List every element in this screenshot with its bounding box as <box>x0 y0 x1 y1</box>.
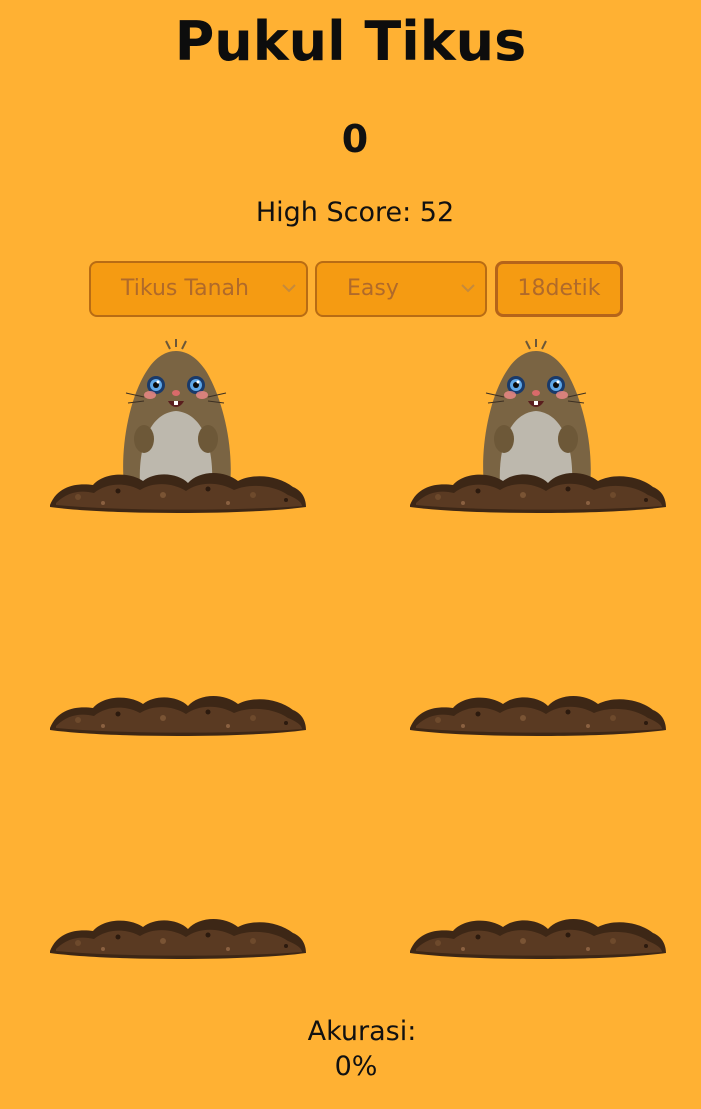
dirt-mound <box>50 472 306 513</box>
accuracy-label: Akurasi: <box>307 1016 417 1047</box>
mole-hole-3[interactable] <box>48 558 306 738</box>
mole-type-select[interactable]: Tikus Tanah <box>89 261 308 317</box>
difficulty-value: Easy <box>347 276 399 301</box>
timer-value: 18detik <box>517 276 601 301</box>
mole-hole-4[interactable] <box>408 558 666 738</box>
accuracy-value: 0% <box>334 1051 378 1082</box>
dirt-mound <box>50 918 306 959</box>
dirt-mound <box>410 918 666 959</box>
difficulty-select[interactable]: Easy <box>315 261 487 317</box>
chevron-down-icon <box>282 284 296 293</box>
timer-display[interactable]: 18detik <box>495 261 623 317</box>
score-display: 0 <box>341 117 369 161</box>
mole-type-value: Tikus Tanah <box>121 276 249 301</box>
mole-hole-1[interactable] <box>48 335 306 515</box>
chevron-down-icon <box>461 284 475 293</box>
game-title: Pukul Tikus <box>174 10 527 73</box>
mole-hole-5[interactable] <box>48 781 306 961</box>
mole-hole-6[interactable] <box>408 781 666 961</box>
mole <box>483 339 591 485</box>
dirt-mound <box>50 695 306 736</box>
dirt-mound <box>410 695 666 736</box>
mole <box>123 339 231 485</box>
dirt-mound <box>410 472 666 513</box>
high-score-text: High Score: 52 <box>255 197 455 228</box>
mole-hole-2[interactable] <box>408 335 666 515</box>
